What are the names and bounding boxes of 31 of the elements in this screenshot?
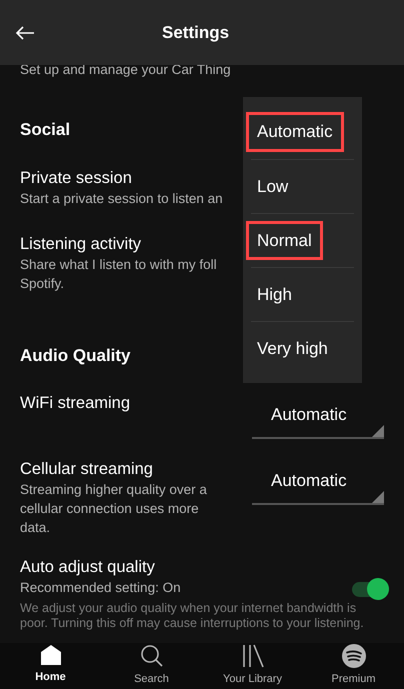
back-arrow-icon[interactable] — [15, 24, 35, 40]
setting-title: WiFi streaming — [20, 393, 130, 414]
nav-tab[interactable]: Premium — [303, 643, 404, 689]
setting-title: Listening activity — [20, 234, 142, 254]
home-icon — [40, 644, 62, 666]
setting-description: Share what I listen to with my foll Spotify. — [20, 256, 218, 292]
setting-description: We adjust your audio quality when your internet bandwidth is poor. Turning this off may cause interruptions to your listening. — [20, 601, 365, 631]
quality-select[interactable]: Automatic — [252, 393, 384, 439]
corner-triangle-icon — [372, 425, 384, 437]
library-icon — [240, 644, 264, 668]
dropdown-option[interactable]: Low — [246, 166, 300, 206]
setting-title: Private session — [20, 168, 132, 188]
nav-tab[interactable]: Search — [101, 643, 202, 689]
setting-title: Auto adjust quality — [20, 557, 156, 578]
dropdown-option[interactable]: High — [246, 274, 303, 314]
corner-triangle-icon — [372, 491, 384, 503]
setting-title: Cellular streaming — [20, 459, 154, 480]
section-heading: Social — [20, 119, 70, 141]
dropdown-option[interactable]: Automatic — [246, 112, 344, 152]
dropdown-option[interactable]: Normal — [246, 220, 323, 260]
section-note: Set up and manage your Car Thing — [20, 61, 232, 79]
page-title: Settings — [162, 22, 230, 44]
setting-description: Start a private session to listen an — [20, 190, 224, 208]
nav-tab[interactable]: Your Library — [202, 643, 303, 689]
search-icon — [140, 644, 164, 668]
quality-select[interactable]: Automatic — [252, 459, 384, 505]
nav-tab[interactable]: Home — [0, 643, 101, 689]
setting-description: Recommended setting: On — [20, 579, 181, 597]
setting-description: Streaming higher quality over a cellular connection uses more data. — [20, 481, 207, 537]
dropdown-option[interactable]: Very high — [246, 328, 339, 368]
section-heading: Audio Quality — [20, 344, 130, 366]
